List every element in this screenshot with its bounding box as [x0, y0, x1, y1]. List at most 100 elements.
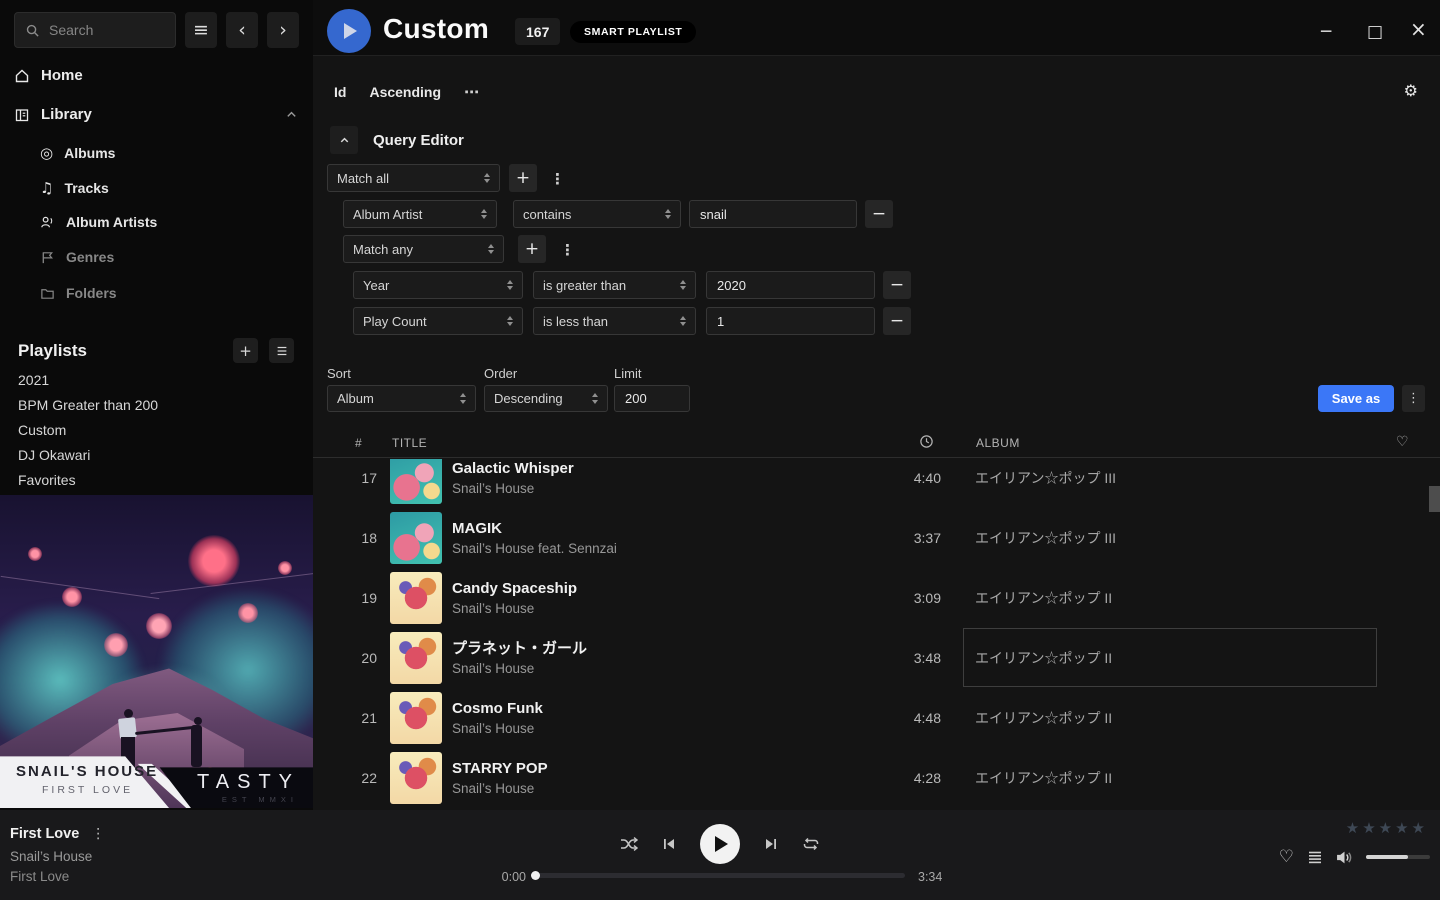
add-playlist-button[interactable]: + [233, 338, 258, 363]
sort-label: Sort [327, 366, 351, 381]
duration-column-icon[interactable] [919, 434, 934, 449]
lantern [188, 535, 240, 587]
star-icon[interactable]: ★ [1362, 819, 1375, 837]
remove-rule-button-3[interactable]: − [883, 307, 911, 335]
album-artists-label: Album Artists [66, 214, 157, 230]
track-row[interactable]: 17 Galactic WhisperSnail’s House 4:40 エイ… [313, 459, 1440, 508]
rule-field-select-1[interactable]: Album Artist [343, 200, 497, 228]
star-icon[interactable]: ★ [1412, 819, 1425, 837]
collapse-query-editor-button[interactable] [330, 126, 358, 154]
index-column-header[interactable]: # [355, 436, 362, 450]
playlist-header: Custom 167 SMART PLAYLIST ─ □ × [313, 0, 1440, 56]
menu-button[interactable]: ≡ [185, 12, 217, 48]
transport-controls [0, 824, 1440, 864]
group-menu-icon-1[interactable]: ⋮ [550, 170, 565, 188]
volume-slider[interactable] [1366, 855, 1430, 859]
previous-button[interactable] [662, 837, 676, 851]
sidebar-item-albums[interactable]: ◎ Albums [40, 144, 115, 162]
maximize-button[interactable]: □ [1367, 22, 1383, 42]
track-row[interactable]: 22 STARRY POPSnail’s House 4:28 エイリアン☆ポッ… [313, 748, 1440, 808]
playlist-list-button[interactable] [269, 338, 294, 363]
remove-rule-button-1[interactable]: − [865, 200, 893, 228]
star-icon[interactable]: ★ [1379, 819, 1392, 837]
star-icon[interactable]: ★ [1395, 819, 1408, 837]
artwork-label-sub-text: EST MMXI [222, 795, 298, 804]
playlist-item-custom[interactable]: Custom [18, 422, 66, 438]
play-pause-button[interactable] [700, 824, 740, 864]
forward-button[interactable]: › [267, 12, 299, 48]
close-button[interactable]: × [1410, 19, 1427, 39]
rule-value-input-1[interactable] [689, 200, 857, 228]
rule-op-select-1[interactable]: contains [513, 200, 681, 228]
now-playing-artwork[interactable]: SNAIL'S HOUSE FIRST LOVE TASTY EST MMXI [0, 495, 313, 808]
lantern [146, 613, 172, 639]
genres-label: Genres [66, 249, 114, 265]
rule-op-select-2[interactable]: is greater than [533, 271, 696, 299]
seek-handle[interactable] [531, 871, 540, 880]
track-row[interactable]: 19 Candy SpaceshipSnail’s House 3:09 エイリ… [313, 568, 1440, 628]
match-mode-select-2[interactable]: Match any [343, 235, 504, 263]
track-row[interactable]: 18 MAGIKSnail’s House feat. Sennzai 3:37… [313, 508, 1440, 568]
minimize-button[interactable]: ─ [1321, 22, 1331, 42]
play-playlist-button[interactable] [327, 9, 371, 53]
match-mode-select-1[interactable]: Match all [327, 164, 500, 192]
more-options-icon[interactable]: ⋯ [464, 83, 479, 101]
rule-value-input-3[interactable] [706, 307, 875, 335]
sidebar-item-folders[interactable]: Folders [40, 285, 117, 301]
add-rule-button-1[interactable]: + [509, 164, 537, 192]
rule-value-input-2[interactable] [706, 271, 875, 299]
add-rule-button-2[interactable]: + [518, 235, 546, 263]
sort-select[interactable]: Album [327, 385, 476, 412]
search-input[interactable] [49, 22, 165, 38]
album-art-thumbnail [390, 459, 442, 504]
disc-icon: ◎ [40, 144, 53, 162]
sidebar-item-library[interactable]: Library [14, 106, 298, 123]
next-button[interactable] [764, 837, 778, 851]
sort-direction-button[interactable]: Ascending [369, 84, 441, 100]
search-box[interactable] [14, 12, 176, 48]
save-menu-icon[interactable]: ⋮ [1402, 385, 1425, 412]
volume-icon[interactable] [1336, 850, 1353, 865]
repeat-button[interactable] [802, 837, 820, 851]
favorite-heart-icon[interactable]: ♡ [1279, 847, 1294, 867]
star-rating[interactable]: ★ ★ ★ ★ ★ [1346, 819, 1425, 837]
rule-op-select-3[interactable]: is less than [533, 307, 696, 335]
playlist-item-dj-okawari[interactable]: DJ Okawari [18, 447, 90, 463]
playlist-item-favorites[interactable]: Favorites [18, 472, 76, 488]
limit-input[interactable] [614, 385, 690, 412]
track-row[interactable]: 21 Cosmo FunkSnail’s House 4:48 エイリアン☆ポッ… [313, 688, 1440, 748]
play-icon [344, 23, 357, 39]
artwork-banner: SNAIL'S HOUSE FIRST LOVE TASTY EST MMXI [0, 750, 313, 808]
back-button[interactable]: ‹ [226, 12, 258, 48]
sort-field-button[interactable]: Id [334, 84, 346, 100]
sidebar-item-tracks[interactable]: ♫ Tracks [40, 179, 109, 197]
rule-field-select-3[interactable]: Play Count [353, 307, 523, 335]
home-icon [14, 68, 30, 84]
star-icon[interactable]: ★ [1346, 819, 1359, 837]
updown-icon [507, 280, 513, 291]
favorite-column-icon[interactable]: ♡ [1396, 434, 1409, 450]
queue-icon[interactable] [1307, 849, 1323, 865]
track-row[interactable]: 20 プラネット・ガールSnail’s House 3:48 エイリアン☆ポップ… [313, 628, 1440, 688]
album-art-thumbnail [390, 572, 442, 624]
gear-icon[interactable]: ⚙ [1404, 81, 1418, 100]
sidebar-item-genres[interactable]: Genres [40, 249, 114, 265]
remove-rule-button-2[interactable]: − [883, 271, 911, 299]
updown-icon [488, 244, 494, 255]
flag-icon [40, 250, 55, 265]
album-column-header[interactable]: ALBUM [976, 436, 1020, 450]
sidebar-item-album-artists[interactable]: Album Artists [40, 214, 157, 230]
group-menu-icon-2[interactable]: ⋮ [560, 241, 575, 259]
folder-icon [40, 286, 55, 301]
scrollbar-thumb[interactable] [1429, 486, 1440, 512]
order-select[interactable]: Descending [484, 385, 608, 412]
shuffle-button[interactable] [620, 836, 638, 852]
playlist-item-bpm[interactable]: BPM Greater than 200 [18, 397, 158, 413]
seek-bar[interactable] [535, 873, 905, 878]
title-column-header[interactable]: TITLE [392, 436, 427, 450]
playlist-item-2021[interactable]: 2021 [18, 372, 49, 388]
sidebar-item-home[interactable]: Home [14, 67, 298, 84]
rule-field-select-2[interactable]: Year [353, 271, 523, 299]
save-as-button[interactable]: Save as [1318, 385, 1394, 412]
order-label: Order [484, 366, 517, 381]
